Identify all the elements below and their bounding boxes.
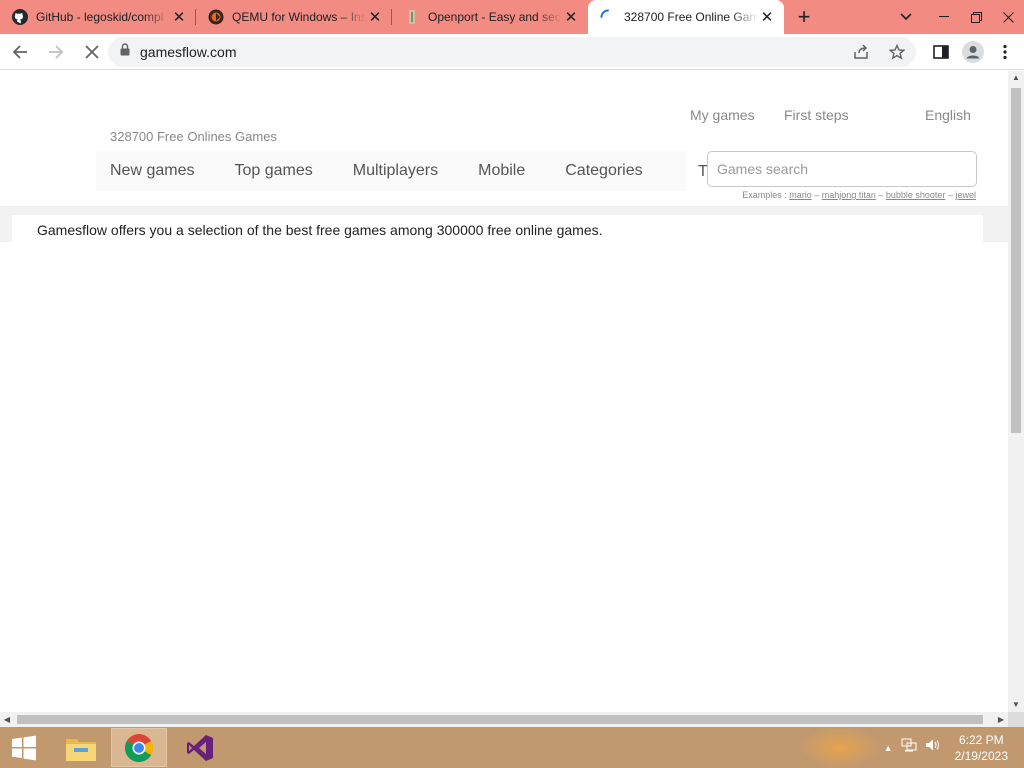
example-link[interactable]: mahjong titan — [822, 190, 876, 200]
my-games-link[interactable]: My games — [690, 107, 755, 123]
nav-top-games[interactable]: Top games — [234, 162, 312, 180]
openport-icon — [404, 9, 420, 25]
share-icon[interactable] — [848, 39, 874, 65]
tab-title: 328700 Free Online Gam — [624, 10, 758, 24]
close-window-icon[interactable] — [992, 0, 1024, 34]
intro-text: Gamesflow offers you a selection of the … — [12, 215, 983, 242]
example-separator: – — [878, 190, 884, 200]
forward-arrow-icon[interactable] — [40, 36, 72, 68]
new-tab-button[interactable]: + — [784, 0, 824, 34]
stop-loading-icon[interactable] — [76, 36, 108, 68]
close-icon[interactable]: ✕ — [562, 8, 580, 26]
language-link[interactable]: English — [925, 107, 971, 123]
system-tray: ▲ 6:22 PM 2/19/2023 — [884, 727, 1008, 768]
loading-spinner-icon — [600, 9, 616, 25]
clock[interactable]: 6:22 PM 2/19/2023 — [955, 732, 1008, 764]
more-menu-icon[interactable] — [992, 39, 1018, 65]
vertical-scrollbar[interactable]: ▲ ▼ — [1008, 71, 1024, 712]
close-icon[interactable]: ✕ — [758, 8, 776, 26]
scroll-left-icon[interactable]: ◀ — [0, 712, 14, 727]
nav-categories[interactable]: Categories — [565, 162, 642, 180]
taskbar-wallpaper-glow — [800, 727, 880, 768]
chrome-icon[interactable] — [111, 728, 167, 767]
scrollbar-corner — [1008, 712, 1024, 727]
scroll-right-icon[interactable]: ▶ — [994, 712, 1008, 727]
tab-title: GitHub - legoskid/compl — [36, 10, 164, 24]
chevron-down-icon[interactable] — [884, 0, 928, 34]
page-viewport: My games First steps English 328700 Free… — [0, 71, 1008, 712]
volume-icon[interactable] — [925, 738, 941, 757]
chevron-up-icon[interactable]: ▲ — [884, 743, 893, 753]
vertical-scroll-thumb[interactable] — [1011, 88, 1021, 433]
site-main-nav: New games Top games Multiplayers Mobile … — [96, 151, 686, 191]
nav-multiplayers[interactable]: Multiplayers — [353, 162, 438, 180]
tab-title: Openport - Easy and secu — [428, 10, 562, 24]
close-icon[interactable]: ✕ — [366, 8, 384, 26]
site-subtitle[interactable]: 328700 Free Onlines Games — [110, 129, 277, 144]
horizontal-scroll-thumb[interactable] — [17, 715, 983, 724]
visual-studio-icon[interactable] — [176, 727, 224, 768]
url-text[interactable]: gamesflow.com — [140, 44, 236, 60]
windows-start-icon[interactable] — [0, 727, 48, 768]
tab-openport[interactable]: Openport - Easy and secu ✕ — [392, 0, 588, 34]
games-search-box[interactable] — [707, 151, 977, 187]
browser-toolbar: gamesflow.com — [0, 34, 1024, 70]
window-controls — [884, 0, 1024, 34]
clock-time: 6:22 PM — [958, 732, 1004, 747]
network-icon[interactable] — [901, 738, 917, 757]
search-examples: Examples : mario – mahjong titan – bubbl… — [742, 190, 976, 200]
minimize-icon[interactable] — [928, 0, 960, 34]
qemu-icon — [208, 9, 224, 25]
side-panel-icon[interactable] — [928, 39, 954, 65]
clock-date: 2/19/2023 — [954, 748, 1008, 763]
restore-icon[interactable] — [960, 0, 992, 34]
profile-avatar-icon[interactable] — [960, 39, 986, 65]
lock-icon[interactable] — [120, 43, 130, 61]
bookmark-star-icon[interactable] — [884, 39, 910, 65]
example-separator: – — [947, 190, 953, 200]
address-bar[interactable]: gamesflow.com — [108, 37, 916, 67]
tab-gamesflow[interactable]: 328700 Free Online Gam ✕ — [588, 0, 784, 34]
address-bar-actions — [848, 37, 910, 67]
tab-github[interactable]: GitHub - legoskid/compl ✕ — [0, 0, 196, 34]
examples-prefix: Examples : — [742, 190, 787, 200]
example-separator: – — [814, 190, 820, 200]
nav-mobile[interactable]: Mobile — [478, 162, 525, 180]
scroll-up-icon[interactable]: ▲ — [1008, 71, 1024, 85]
tab-qemu[interactable]: QEMU for Windows – Inst ✕ — [196, 0, 392, 34]
scroll-down-icon[interactable]: ▼ — [1008, 698, 1024, 712]
example-link[interactable]: bubble shooter — [886, 190, 946, 200]
close-icon[interactable]: ✕ — [170, 8, 188, 26]
example-link[interactable]: mario — [789, 190, 812, 200]
file-explorer-icon[interactable] — [57, 727, 105, 768]
browser-tab-strip: GitHub - legoskid/compl ✕ QEMU for Windo… — [0, 0, 1024, 34]
tab-title: QEMU for Windows – Inst — [232, 10, 366, 24]
nav-new-games[interactable]: New games — [110, 162, 194, 180]
first-steps-link[interactable]: First steps — [784, 107, 849, 123]
horizontal-scrollbar[interactable]: ◀ ▶ — [0, 712, 1008, 727]
back-arrow-icon[interactable] — [4, 36, 36, 68]
github-icon — [12, 9, 28, 25]
games-search-input[interactable] — [717, 161, 957, 177]
example-link[interactable]: jewel — [955, 190, 976, 200]
toolbar-actions — [928, 36, 1018, 68]
